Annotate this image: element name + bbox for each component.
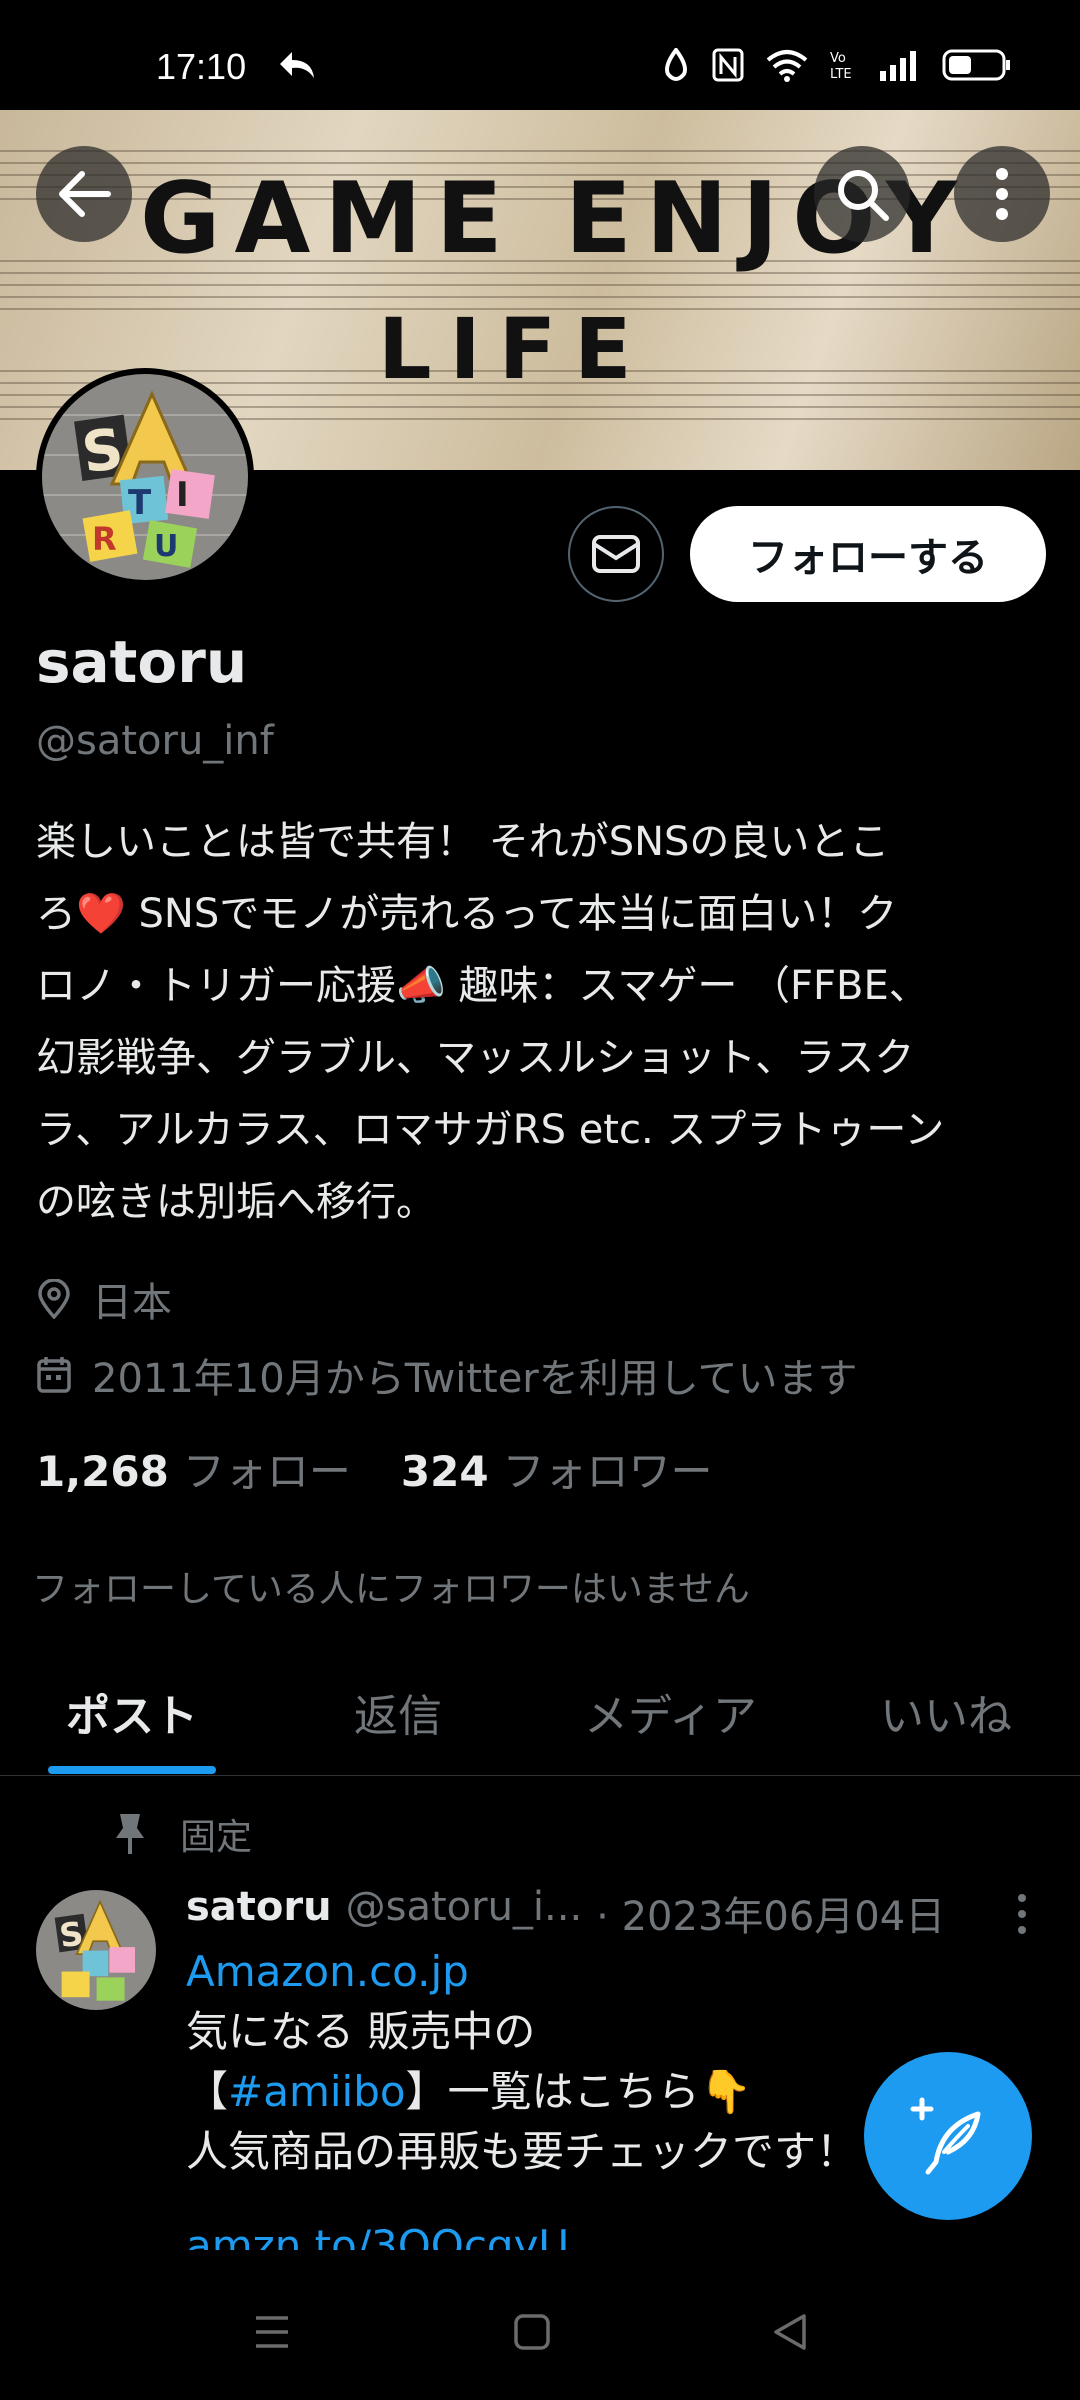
profile-handle: @satoru_inf (36, 718, 274, 764)
tab-posts[interactable]: ポスト (66, 1680, 198, 1744)
profile-location: 日本 (36, 1270, 172, 1328)
system-navigation-bar (0, 2268, 1080, 2400)
location-text: 日本 (92, 1280, 172, 1326)
svg-text:U: U (154, 529, 178, 564)
bio-line: ラ、アルカラス、ロマサガRS etc. スプラトゥーン (36, 1107, 945, 1153)
battery-icon (942, 49, 1010, 81)
post-text: 】一覧はこちら👇 (405, 2067, 752, 2116)
post-date: · 2023年06月04日 (596, 1894, 946, 1940)
message-button[interactable] (568, 506, 664, 602)
search-button[interactable] (814, 146, 910, 242)
profile-joined: 2011年10月からTwitterを利用しています (36, 1346, 858, 1404)
avatar-logo-icon: S T I R U (74, 390, 215, 568)
post-link-title[interactable]: Amazon.co.jp (186, 1942, 1026, 2002)
bio-line: 楽しいことは皆で共有！ それがSNSの良いとこ (36, 819, 890, 865)
post-header: satoru @satoru_i... · 2023年06月04日 (186, 1884, 945, 1942)
back-nav-icon[interactable] (770, 2312, 810, 2352)
recent-apps-icon[interactable] (252, 2312, 292, 2352)
back-icon (59, 171, 111, 217)
following-count: 1,268 (36, 1447, 169, 1496)
compose-feather-icon (910, 2097, 981, 2175)
post-avatar[interactable]: S (36, 1890, 156, 2010)
following-label: フォロー (182, 1447, 351, 1496)
reply-arrow-icon (280, 52, 314, 78)
post-text: 【 (186, 2067, 229, 2116)
post-author-handle[interactable]: @satoru_i... (346, 1884, 583, 1942)
post-more-icon[interactable] (1010, 1892, 1034, 1936)
back-button[interactable] (36, 146, 132, 242)
bio-line: 幻影戦争、グラブル、マッスルショット、ラスク (36, 1035, 915, 1081)
followers-link[interactable]: 324 フォロワー (401, 1438, 713, 1499)
profile-avatar[interactable]: S T I R U (36, 368, 254, 586)
tab-likes[interactable]: いいね (880, 1680, 1012, 1744)
home-icon[interactable] (512, 2312, 552, 2352)
avatar-logo-icon: S (54, 1899, 136, 2001)
joined-text: 2011年10月からTwitterを利用しています (92, 1356, 858, 1402)
followers-count: 324 (400, 1447, 489, 1496)
followers-label: フォロワー (502, 1447, 713, 1496)
svg-text:T: T (128, 483, 152, 523)
search-icon (838, 170, 889, 221)
svg-text:R: R (92, 520, 117, 558)
calendar-icon (37, 1357, 71, 1393)
bio-line: ロノ・トリガー応援📣 趣味：スマゲー （FFBE、 (36, 963, 929, 1009)
profile-bio: 楽しいことは皆で共有！ それがSNSの良いとこ ろ❤️ SNSでモノが売れるって… (36, 806, 1046, 1238)
tab-replies[interactable]: 返信 (354, 1680, 442, 1744)
mutual-followers-note: フォローしている人にフォロワーはいません (32, 1569, 750, 1610)
tab-media[interactable]: メディア (584, 1680, 757, 1744)
status-bar: 17:10 Vo LTE (0, 0, 1080, 110)
post-hashtag[interactable]: #amiibo (228, 2067, 406, 2116)
following-link[interactable]: 1,268 フォロー (36, 1438, 351, 1499)
follow-button[interactable]: フォローする (690, 506, 1046, 602)
status-time: 17:10 (156, 46, 247, 87)
profile-tabs: ポスト 返信 メディア いいね (0, 1640, 1080, 1776)
follow-counts: 1,268 フォロー 324 フォロワー (36, 1438, 713, 1499)
compose-post-button[interactable] (864, 2052, 1032, 2220)
svg-text:Vo: Vo (830, 51, 846, 66)
pinned-label: 固定 (180, 1817, 253, 1858)
status-icons: Vo LTE (662, 48, 1012, 82)
pinned-indicator: 固定 (110, 1808, 252, 1860)
mail-icon (592, 535, 640, 573)
post-line: 気になる 販売中の (186, 2007, 536, 2056)
post-short-link[interactable]: amzn.to/3OOcgyU (186, 2216, 1026, 2250)
location-pin-icon (38, 1279, 70, 1319)
pin-icon (116, 1814, 144, 1854)
svg-text:LTE: LTE (830, 67, 852, 82)
active-tab-indicator (48, 1766, 216, 1774)
svg-text:I: I (176, 475, 189, 515)
post-author-name[interactable]: satoru (186, 1884, 332, 1942)
banner-subtitle: LIFE (378, 300, 650, 398)
more-options-button[interactable] (954, 146, 1050, 242)
volte-icon: VoLTE (830, 51, 852, 82)
bio-line: の呟きは別垢へ移行。 (36, 1179, 436, 1225)
wifi-icon (766, 50, 808, 82)
bio-line: ろ❤️ SNSでモノが売れるって本当に面白い！ク (36, 891, 898, 937)
nfc-icon (712, 48, 744, 82)
signal-icon (880, 51, 916, 81)
profile-name: satoru (36, 628, 248, 696)
drop-icon (665, 48, 687, 81)
more-vert-icon (996, 168, 1008, 220)
